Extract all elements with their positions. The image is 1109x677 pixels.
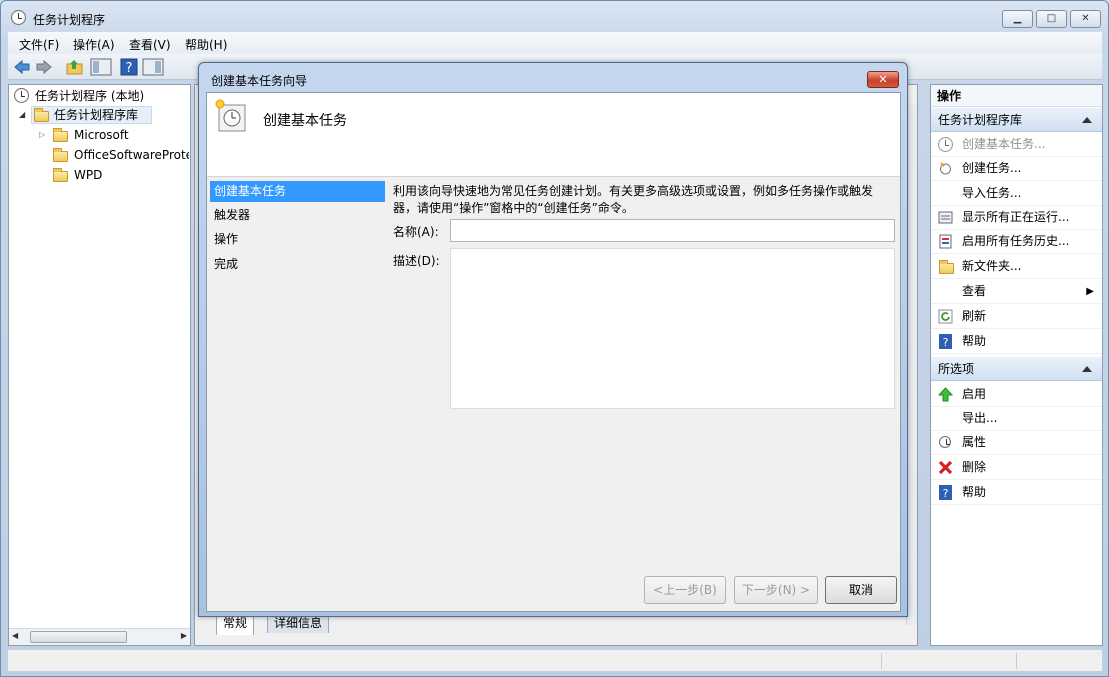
folder-icon: [34, 108, 49, 122]
menu-file[interactable]: 文件(F): [19, 36, 59, 53]
minimize-button[interactable]: ▁: [1002, 10, 1033, 28]
maximize-button[interactable]: □: [1036, 10, 1067, 28]
action-view[interactable]: 查看 ▶: [931, 279, 1102, 304]
name-label: 名称(A):: [393, 225, 439, 239]
refresh-icon: [938, 309, 953, 324]
submenu-arrow-icon: ▶: [1086, 286, 1094, 297]
menu-bar: 文件(F) 操作(A) 查看(V) 帮助(H): [8, 32, 1102, 54]
title-bar: 任务计划程序: [9, 7, 909, 29]
running-tasks-icon: [938, 211, 953, 224]
create-task-icon: [940, 162, 951, 175]
action-create-basic-task[interactable]: 创建基本任务...: [931, 132, 1102, 157]
delete-x-icon: [938, 460, 953, 475]
action-refresh[interactable]: 刷新: [931, 304, 1102, 329]
step-finish[interactable]: 完成: [210, 254, 385, 275]
action-export[interactable]: 导出...: [931, 406, 1102, 431]
menu-view[interactable]: 查看(V): [129, 36, 171, 53]
help-icon[interactable]: ?: [120, 58, 138, 76]
green-up-arrow-icon: [938, 387, 953, 402]
collapse-arrow-icon[interactable]: [1082, 366, 1092, 372]
tree-item-wpd[interactable]: WPD: [39, 166, 189, 184]
help-icon: ?: [939, 334, 952, 349]
wizard-header-title: 创建基本任务: [263, 113, 347, 129]
svg-text:?: ?: [943, 487, 949, 500]
dialog-content: 创建基本任务 创建基本任务 触发器 操作 完成 利用该向导快速地为常见任务创建计…: [206, 92, 901, 612]
wizard-header: 创建基本任务: [207, 93, 900, 177]
action-help[interactable]: ? 帮助: [931, 329, 1102, 354]
scroll-thumb[interactable]: [30, 631, 127, 643]
up-folder-icon[interactable]: [66, 58, 84, 76]
back-button[interactable]: <上一步(B): [644, 576, 726, 604]
show-hide-actions-icon[interactable]: [142, 58, 164, 76]
section-library-header[interactable]: 任务计划程序库: [931, 108, 1102, 132]
description-label: 描述(D):: [393, 254, 440, 268]
step-action[interactable]: 操作: [210, 229, 385, 250]
new-folder-icon: [939, 260, 954, 274]
action-show-running[interactable]: 显示所有正在运行...: [931, 205, 1102, 230]
dialog-title: 创建基本任务向导: [211, 74, 308, 88]
tree-root[interactable]: 任务计划程序 (本地): [14, 87, 184, 105]
actions-pane: 操作 任务计划程序库 创建基本任务... 创建任务... 导入任务... 显示所…: [930, 84, 1103, 646]
scroll-left-icon[interactable]: ◀: [12, 631, 18, 640]
action-enable[interactable]: 启用: [931, 382, 1102, 407]
menu-action[interactable]: 操作(A): [73, 36, 115, 53]
folder-icon: [53, 148, 68, 162]
action-properties[interactable]: 属性: [931, 430, 1102, 455]
svg-text:?: ?: [126, 61, 133, 76]
action-create-task[interactable]: 创建任务...: [931, 156, 1102, 181]
status-bar: [8, 649, 1102, 671]
wizard-description: 利用该向导快速地为常见任务创建计划。有关更多高级选项或设置，例如多任务操作或触发…: [393, 184, 874, 215]
history-icon: [939, 234, 952, 249]
action-enable-history[interactable]: 启用所有任务历史...: [931, 229, 1102, 254]
window-title: 任务计划程序: [33, 13, 106, 27]
folder-icon: [53, 168, 68, 182]
action-new-folder[interactable]: 新文件夹...: [931, 254, 1102, 279]
scroll-right-icon[interactable]: ▶: [181, 631, 187, 640]
wizard-steps: 创建基本任务 触发器 操作 完成: [207, 177, 387, 611]
back-arrow-icon[interactable]: [13, 58, 31, 76]
name-input[interactable]: [450, 219, 895, 242]
folder-icon: [53, 128, 68, 142]
expanded-triangle-icon[interactable]: ◢: [19, 106, 25, 124]
close-button[interactable]: ✕: [1070, 10, 1101, 28]
tree-item-microsoft[interactable]: ▷ Microsoft: [39, 126, 189, 144]
action-import-task[interactable]: 导入任务...: [931, 181, 1102, 206]
step-trigger[interactable]: 触发器: [210, 205, 385, 226]
action-help-selected[interactable]: ? 帮助: [931, 480, 1102, 505]
horizontal-scrollbar[interactable]: ◀ ▶: [9, 628, 190, 645]
next-button[interactable]: 下一步(N) >: [734, 576, 818, 604]
svg-text:?: ?: [943, 336, 949, 349]
create-basic-task-wizard: 创建基本任务向导 ✕ 创建基本任务 创建基本任务 触发器 操作 完成 利用该向导…: [198, 62, 908, 617]
clock-icon: [14, 88, 29, 103]
step-create-basic-task[interactable]: 创建基本任务: [210, 181, 385, 202]
description-input[interactable]: [450, 248, 895, 409]
navigation-tree-pane: 任务计划程序 (本地) ◢ 任务计划程序库 ▷ Microsoft Office…: [8, 84, 191, 646]
collapsed-triangle-icon[interactable]: ▷: [39, 126, 45, 144]
cancel-button[interactable]: 取消: [825, 576, 897, 604]
create-basic-task-icon: [938, 137, 953, 152]
properties-icon: [939, 436, 951, 448]
task-scheduler-icon: [11, 10, 26, 25]
menu-help[interactable]: 帮助(H): [185, 36, 227, 53]
tree-item-officesoftwareprotection[interactable]: OfficeSoftwareProte: [39, 146, 189, 164]
dialog-close-button[interactable]: ✕: [867, 71, 899, 88]
wizard-clock-icon: [215, 99, 246, 132]
help-icon: ?: [939, 485, 952, 500]
action-delete[interactable]: 删除: [931, 455, 1102, 480]
collapse-arrow-icon[interactable]: [1082, 117, 1092, 123]
forward-arrow-icon[interactable]: [35, 58, 53, 76]
wizard-body: 利用该向导快速地为常见任务创建计划。有关更多高级选项或设置，例如多任务操作或触发…: [393, 177, 898, 567]
show-hide-tree-icon[interactable]: [90, 58, 112, 76]
actions-pane-header: 操作: [931, 85, 1102, 107]
tree-item-library[interactable]: ◢ 任务计划程序库: [19, 106, 179, 124]
section-selected-header[interactable]: 所选项: [931, 357, 1102, 381]
